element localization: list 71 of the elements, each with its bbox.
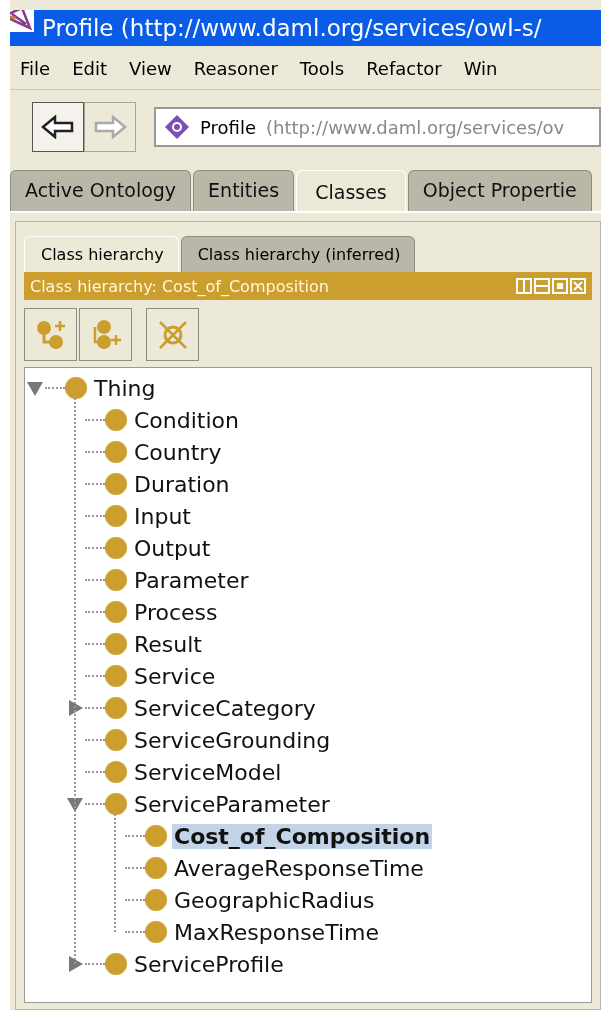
menu-item[interactable]: Win [453,58,510,79]
class-icon [105,601,127,623]
back-button[interactable] [32,102,84,152]
tab[interactable]: Classes [296,170,406,211]
delete-class-button[interactable] [146,308,199,361]
right-arrow-icon [93,115,127,139]
tree-item[interactable]: ServiceProfile [132,951,286,977]
tree-item[interactable]: Cost_of_Composition [172,823,433,849]
split-horizontal-icon[interactable] [534,278,550,294]
class-icon [145,921,167,943]
class-icon [105,409,127,431]
class-icon [105,505,127,527]
class-icon [105,633,127,655]
menu-item[interactable]: Tools [289,58,357,79]
tree-item[interactable]: AverageResponseTime [172,855,426,881]
menu-item[interactable]: Edit [62,58,119,79]
entity-name: Profile [200,116,256,138]
class-icon [145,825,167,847]
class-icon [105,761,127,783]
diamond-icon [164,114,190,140]
tree-item[interactable]: Input [132,503,193,529]
tab[interactable]: Entities [193,170,295,211]
menu-item[interactable]: View [119,58,184,79]
menu-item[interactable]: File [10,58,63,79]
tree-item[interactable]: GeographicRadius [172,887,377,913]
tree-item[interactable]: ServiceParameter [132,791,332,817]
tab[interactable]: Class hierarchy [24,236,179,272]
split-vertical-icon[interactable] [516,278,532,294]
tree-item[interactable]: Parameter [132,567,251,593]
collapsed-triangle-icon[interactable] [66,955,84,973]
tree-item[interactable]: Result [132,631,204,657]
class-icon [105,697,127,719]
tree-item[interactable]: Country [132,439,224,465]
class-icon [65,377,87,399]
class-icon [145,889,167,911]
menu-item[interactable]: Reasoner [183,58,290,79]
tree-item[interactable]: ServiceGrounding [132,727,333,753]
class-icon [105,569,127,591]
tree-item[interactable]: Service [132,663,218,689]
class-icon [105,473,127,495]
menu-item[interactable]: Refactor [356,58,454,79]
class-icon [105,953,127,975]
tree-item[interactable]: Condition [132,407,241,433]
left-arrow-icon [41,115,75,139]
tab[interactable]: Active Ontology [10,170,192,211]
address-field[interactable]: Profile (http://www.daml.org/services/ov [154,107,601,147]
add-sibling-button[interactable] [79,308,132,361]
class-icon [105,441,127,463]
class-icon [105,793,127,815]
add-subclass-button[interactable] [24,308,77,361]
expanded-triangle-icon[interactable] [26,379,44,397]
tree-item[interactable]: MaxResponseTime [172,919,381,945]
class-icon [105,537,127,559]
view-title: Class hierarchy: Cost_of_Composition [30,276,329,296]
collapsed-triangle-icon[interactable] [66,699,84,717]
entity-iri: (http://www.daml.org/services/ov [265,116,565,138]
tree-item[interactable]: Thing [92,375,158,401]
tree-item[interactable]: Output [132,535,213,561]
expanded-triangle-icon[interactable] [66,795,84,813]
tree-item[interactable]: Process [132,599,220,625]
tree-item[interactable]: ServiceModel [132,759,284,785]
tab[interactable]: Object Propertie [407,170,592,211]
class-icon [105,729,127,751]
class-icon [105,665,127,687]
close-icon[interactable] [570,278,586,294]
window-title: Profile (http://www.daml.org/services/owl-s/ [42,15,542,41]
tree-item[interactable]: ServiceCategory [132,695,318,721]
maximize-icon[interactable] [552,278,568,294]
tree-item[interactable]: Duration [132,471,232,497]
tab[interactable]: Class hierarchy (inferred) [180,236,416,272]
class-icon [145,857,167,879]
